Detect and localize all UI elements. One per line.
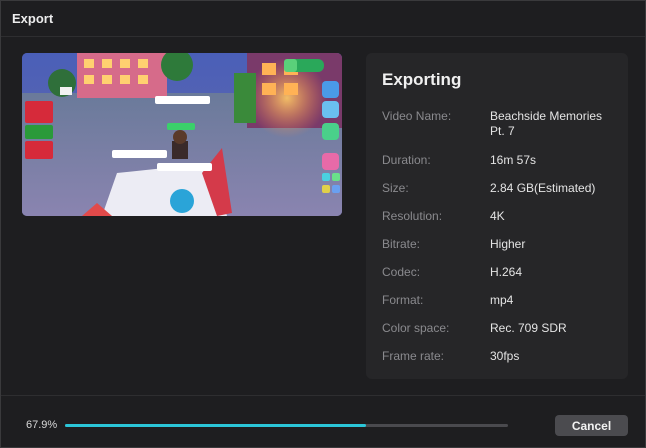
info-value: Rec. 709 SDR bbox=[490, 321, 567, 335]
info-value: Beachside Memories Pt. 7 bbox=[490, 109, 603, 138]
progress-percent: 67.9% bbox=[26, 419, 58, 431]
info-value: 4K bbox=[490, 209, 505, 223]
info-value: 30fps bbox=[490, 349, 520, 363]
export-dialog: Export Exporting Video Name: Beachside M… bbox=[0, 0, 646, 448]
info-label: Frame rate: bbox=[382, 349, 445, 363]
progress-bar-fill bbox=[65, 424, 366, 427]
info-value: H.264 bbox=[490, 265, 523, 279]
info-label: Video Name: bbox=[382, 109, 452, 123]
video-preview-thumbnail bbox=[22, 53, 342, 216]
info-value: 16m 57s bbox=[490, 153, 537, 167]
dialog-title: Export bbox=[12, 11, 54, 26]
info-label: Resolution: bbox=[382, 209, 443, 223]
info-value: 2.84 GB(Estimated) bbox=[490, 181, 596, 195]
info-label: Format: bbox=[382, 293, 424, 307]
exporting-heading: Exporting bbox=[382, 70, 462, 89]
info-value: Higher bbox=[490, 237, 526, 251]
info-label: Size: bbox=[382, 181, 409, 195]
dialog-footer: 67.9% Cancel bbox=[1, 395, 645, 448]
info-value: mp4 bbox=[490, 293, 514, 307]
cancel-button[interactable]: Cancel bbox=[555, 415, 628, 436]
info-label: Color space: bbox=[382, 321, 450, 335]
info-label: Codec: bbox=[382, 265, 421, 279]
info-label: Duration: bbox=[382, 153, 431, 167]
title-bar: Export bbox=[1, 1, 645, 37]
game-scene-image bbox=[22, 53, 342, 216]
export-info-panel: Exporting Video Name: Beachside Memories… bbox=[366, 53, 628, 379]
progress-bar bbox=[65, 424, 508, 427]
info-label: Bitrate: bbox=[382, 237, 421, 251]
